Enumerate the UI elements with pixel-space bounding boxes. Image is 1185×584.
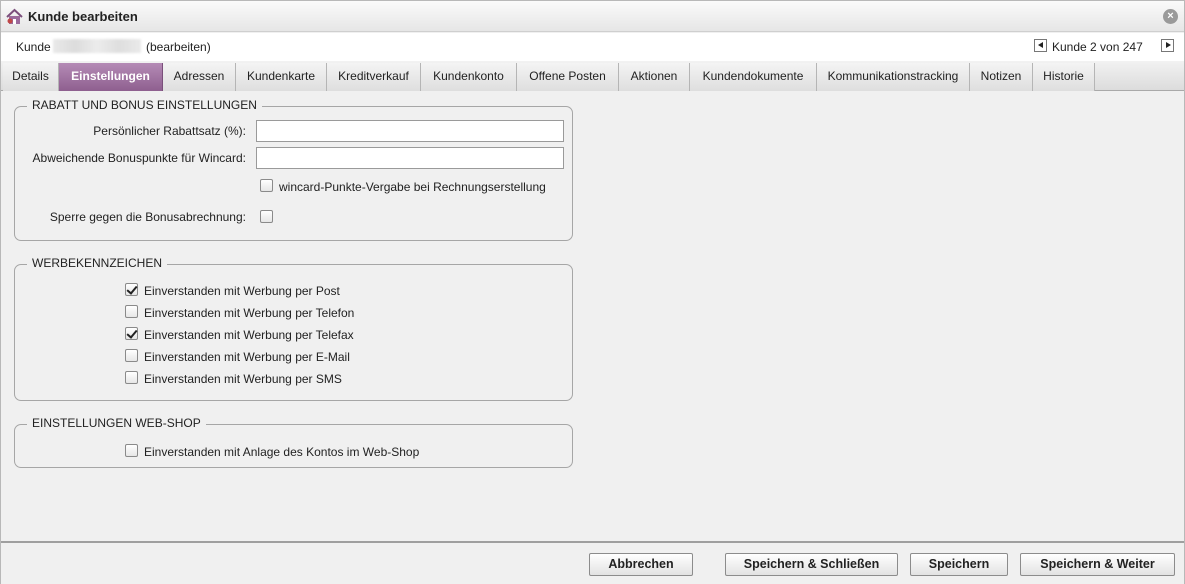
bonuspunkte-input[interactable] — [256, 147, 564, 169]
werbung-telefax-label[interactable]: Einverstanden mit Werbung per Telefax — [144, 328, 354, 342]
tab-offene-posten[interactable]: Offene Posten — [517, 63, 619, 91]
werbung-email-checkbox[interactable] — [125, 349, 138, 362]
next-record-icon[interactable] — [1161, 39, 1174, 52]
previous-record-icon[interactable] — [1034, 39, 1047, 52]
record-label: Kunde — [16, 40, 51, 54]
tab-kreditverkauf[interactable]: Kreditverkauf — [327, 63, 421, 91]
tab-kundendokumente[interactable]: Kundendokumente — [690, 63, 817, 91]
werbung-telefax-checkbox[interactable] — [125, 327, 138, 340]
close-icon[interactable]: × — [1163, 9, 1178, 24]
webshop-account-label[interactable]: Einverstanden mit Anlage des Kontos im W… — [144, 445, 419, 459]
customer-house-icon — [6, 8, 23, 24]
rabattsatz-label: Persönlicher Rabattsatz (%): — [93, 124, 246, 138]
record-header: Kunde (bearbeiten) Kunde 2 von 247 — [1, 33, 1184, 61]
sperre-label: Sperre gegen die Bonusabrechnung: — [49, 210, 246, 224]
sperre-checkbox[interactable] — [260, 210, 273, 223]
tab-aktionen[interactable]: Aktionen — [619, 63, 690, 91]
werbung-email-label[interactable]: Einverstanden mit Werbung per E-Mail — [144, 350, 350, 364]
werbung-telefon-label[interactable]: Einverstanden mit Werbung per Telefon — [144, 306, 354, 320]
customer-name-redacted — [53, 39, 141, 53]
record-pager: Kunde 2 von 247 — [1034, 39, 1174, 54]
cancel-button[interactable]: Abbrechen — [589, 553, 693, 576]
rabattsatz-input[interactable] — [256, 120, 564, 142]
tab-einstellungen[interactable]: Einstellungen — [59, 63, 163, 91]
werbung-sms-checkbox[interactable] — [125, 371, 138, 384]
webshop-legend: EINSTELLUNGEN WEB-SHOP — [27, 416, 206, 430]
werbekennzeichen-group: WERBEKENNZEICHEN Einverstanden mit Werbu… — [14, 256, 573, 401]
tab-kundenkarte[interactable]: Kundenkarte — [236, 63, 327, 91]
tab-kommunikationstracking[interactable]: Kommunikationstracking — [817, 63, 970, 91]
wincard-checkbox[interactable] — [260, 179, 273, 192]
tab-adressen[interactable]: Adressen — [163, 63, 236, 91]
tab-historie[interactable]: Historie — [1033, 63, 1095, 91]
werbung-post-checkbox[interactable] — [125, 283, 138, 296]
save-button[interactable]: Speichern — [910, 553, 1008, 576]
save-close-button[interactable]: Speichern & Schließen — [725, 553, 898, 576]
webshop-account-checkbox[interactable] — [125, 444, 138, 457]
rabatt-bonus-legend: RABATT UND BONUS EINSTELLUNGEN — [27, 98, 262, 112]
wincard-label[interactable]: wincard-Punkte-Vergabe bei Rechnungserst… — [279, 180, 546, 194]
werbung-post-label[interactable]: Einverstanden mit Werbung per Post — [144, 284, 340, 298]
tab-notizen[interactable]: Notizen — [970, 63, 1033, 91]
pager-text: Kunde 2 von 247 — [1052, 40, 1143, 54]
bonuspunkte-label: Abweichende Bonuspunkte für Wincard: — [32, 151, 246, 165]
footer-bar: Abbrechen Speichern & Schließen Speicher… — [1, 541, 1184, 584]
record-mode: (bearbeiten) — [146, 40, 211, 54]
title-bar: Kunde bearbeiten × — [1, 1, 1184, 32]
tab-bar: Details Einstellungen Adressen Kundenkar… — [1, 61, 1184, 91]
werbekennzeichen-legend: WERBEKENNZEICHEN — [27, 256, 168, 270]
tab-details[interactable]: Details — [3, 63, 59, 91]
werbung-telefon-checkbox[interactable] — [125, 305, 138, 318]
rabatt-bonus-group: RABATT UND BONUS EINSTELLUNGEN Persönlic… — [14, 98, 573, 241]
save-next-button[interactable]: Speichern & Weiter — [1020, 553, 1175, 576]
window-title: Kunde bearbeiten — [28, 9, 138, 24]
settings-panel: RABATT UND BONUS EINSTELLUNGEN Persönlic… — [1, 92, 1184, 541]
werbung-sms-label[interactable]: Einverstanden mit Werbung per SMS — [144, 372, 342, 386]
tab-kundenkonto[interactable]: Kundenkonto — [421, 63, 517, 91]
edit-customer-window: Kunde bearbeiten × Kunde (bearbeiten) Ku… — [0, 0, 1185, 584]
webshop-group: EINSTELLUNGEN WEB-SHOP Einverstanden mit… — [14, 416, 573, 468]
